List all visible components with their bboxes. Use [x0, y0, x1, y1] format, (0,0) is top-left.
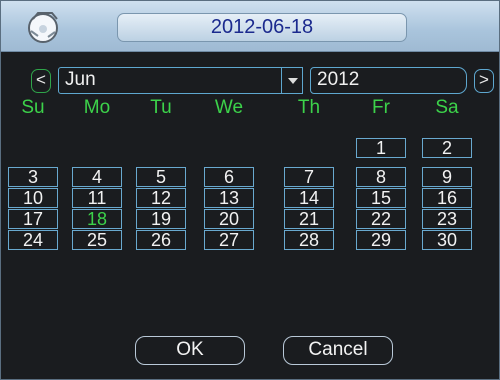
title-bar: 2012-06-18 — [1, 1, 499, 52]
app-logo-icon — [28, 12, 58, 43]
day-cell[interactable]: 9 — [422, 167, 472, 187]
weekday-header: Mo — [83, 97, 111, 118]
date-title: 2012-06-18 — [117, 13, 407, 42]
chevron-down-icon[interactable] — [281, 68, 303, 93]
next-month-button[interactable]: > — [474, 69, 494, 93]
day-cell[interactable]: 16 — [422, 188, 472, 208]
day-cell[interactable]: 17 — [8, 209, 58, 229]
weekday-header: Tu — [150, 97, 172, 118]
cancel-button[interactable]: Cancel — [283, 336, 393, 365]
day-cell[interactable]: 2 — [422, 138, 472, 158]
day-cell[interactable]: 25 — [72, 230, 122, 250]
day-cell[interactable]: 27 — [204, 230, 254, 250]
day-cell[interactable]: 7 — [284, 167, 334, 187]
day-cell[interactable]: 3 — [8, 167, 58, 187]
day-cell[interactable]: 6 — [204, 167, 254, 187]
day-cell[interactable]: 13 — [204, 188, 254, 208]
weekday-header: Fr — [372, 97, 390, 118]
day-cell[interactable]: 20 — [204, 209, 254, 229]
day-cell[interactable]: 23 — [422, 209, 472, 229]
day-cell[interactable]: 10 — [8, 188, 58, 208]
day-cell[interactable]: 21 — [284, 209, 334, 229]
day-cell-selected[interactable]: 18 — [72, 209, 122, 229]
day-cell[interactable]: 4 — [72, 167, 122, 187]
day-cell[interactable]: 12 — [136, 188, 186, 208]
day-cell[interactable]: 1 — [356, 138, 406, 158]
weekday-header: Su — [21, 97, 45, 118]
weekday-header: Th — [297, 97, 321, 118]
day-cell[interactable]: 19 — [136, 209, 186, 229]
day-cell[interactable]: 8 — [356, 167, 406, 187]
year-field[interactable]: 2012 — [310, 67, 467, 94]
weekday-header: Sa — [435, 97, 459, 118]
day-cell[interactable]: 15 — [356, 188, 406, 208]
day-cell[interactable]: 5 — [136, 167, 186, 187]
day-cell[interactable]: 24 — [8, 230, 58, 250]
day-cell[interactable]: 22 — [356, 209, 406, 229]
day-cell[interactable]: 30 — [422, 230, 472, 250]
ok-button[interactable]: OK — [135, 336, 245, 365]
day-cell[interactable]: 11 — [72, 188, 122, 208]
day-cell[interactable]: 14 — [284, 188, 334, 208]
day-cell[interactable]: 28 — [284, 230, 334, 250]
day-cell[interactable]: 26 — [136, 230, 186, 250]
date-picker-window: 2012-06-18 < Jun 2012 > Su Mo Tu We Th Fr Sa 1… — [0, 0, 500, 380]
prev-month-button[interactable]: < — [31, 69, 51, 93]
weekday-header: We — [214, 97, 244, 118]
day-cell[interactable]: 29 — [356, 230, 406, 250]
month-select[interactable]: Jun — [58, 67, 303, 94]
